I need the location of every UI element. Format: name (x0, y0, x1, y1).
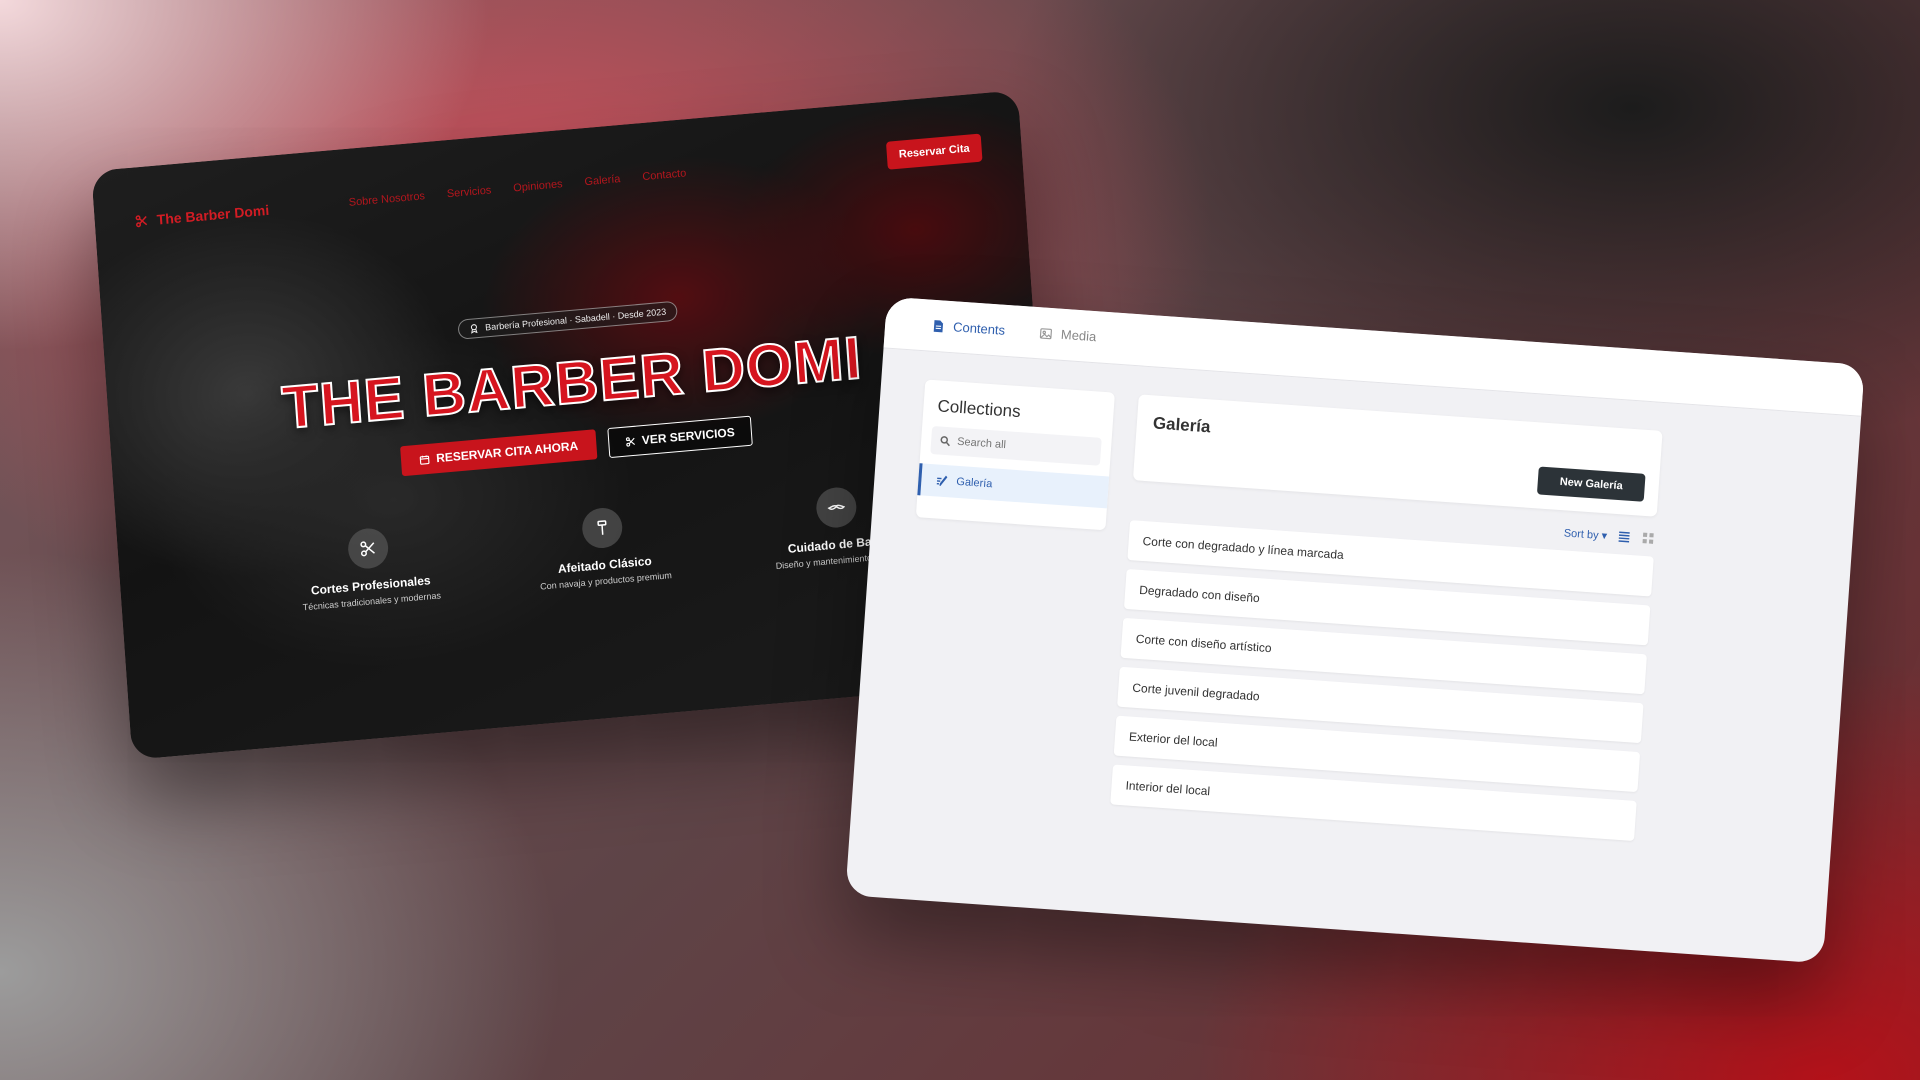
tab-media[interactable]: Media (1038, 325, 1097, 345)
calendar-icon (419, 454, 430, 465)
site-logo-text: The Barber Domi (156, 201, 270, 228)
features-row: Cortes Profesionales Técnicas tradiciona… (267, 479, 940, 615)
nav-link-contacto[interactable]: Contacto (642, 167, 687, 183)
cms-window: Contents Media Collections Galería (845, 296, 1865, 964)
nav-link-galeria[interactable]: Galería (584, 173, 621, 188)
hero-badge-text: Barbería Profesional · Sabadell · Desde … (484, 306, 667, 333)
list-view-icon[interactable] (1617, 529, 1632, 544)
nav-links: Sobre Nosotros Servicios Opiniones Galer… (348, 167, 686, 208)
razor-icon (597, 520, 607, 535)
nav-link-sobre-nosotros[interactable]: Sobre Nosotros (348, 190, 425, 209)
page-title: Galería (1152, 413, 1212, 437)
feature-afeitado: Afeitado Clásico Con navaja y productos … (501, 499, 706, 594)
ver-servicios-button[interactable]: VER SERVICIOS (606, 415, 753, 459)
ver-servicios-label: VER SERVICIOS (641, 425, 736, 448)
document-icon (933, 319, 944, 332)
scissors-icon (135, 215, 148, 228)
collections-panel: Collections Galería (915, 379, 1115, 531)
tab-contents[interactable]: Contents (931, 318, 1006, 338)
scissors-icon (360, 541, 375, 557)
grid-view-icon[interactable] (1641, 531, 1656, 546)
tab-contents-label: Contents (952, 319, 1006, 338)
award-icon (471, 324, 478, 334)
search-input[interactable] (956, 435, 1088, 457)
sort-by-dropdown[interactable]: Sort by ▾ (1563, 526, 1607, 542)
mustache-icon (827, 504, 846, 511)
new-galeria-button[interactable]: New Galería (1536, 466, 1646, 502)
nav-link-servicios[interactable]: Servicios (446, 184, 491, 200)
reservar-cita-ahora-label: RESERVAR CITA AHORA (435, 438, 579, 466)
image-icon (1039, 327, 1053, 339)
sidebar-item-label: Galería (955, 475, 993, 491)
reservar-cita-button[interactable]: Reservar Cita (886, 133, 983, 170)
edit-icon (936, 475, 948, 486)
scissors-icon (625, 436, 635, 447)
reservar-cita-ahora-button[interactable]: RESERVAR CITA AHORA (400, 429, 598, 477)
search-icon (940, 436, 950, 447)
nav-link-opiniones[interactable]: Opiniones (513, 178, 563, 194)
tab-media-label: Media (1060, 326, 1097, 345)
cms-body: Collections Galería Galería New Galería … (845, 348, 1861, 963)
hero-badge: Barbería Profesional · Sabadell · Desde … (457, 300, 678, 340)
site-navbar: The Barber Domi Sobre Nosotros Servicios… (133, 128, 983, 242)
entries-list: Corte con degradado y línea marcada Degr… (1110, 520, 1654, 850)
site-logo[interactable]: The Barber Domi (134, 201, 270, 230)
feature-cortes: Cortes Profesionales Técnicas tradiciona… (267, 520, 472, 615)
sidebar-item-galeria[interactable]: Galería (917, 463, 1110, 509)
